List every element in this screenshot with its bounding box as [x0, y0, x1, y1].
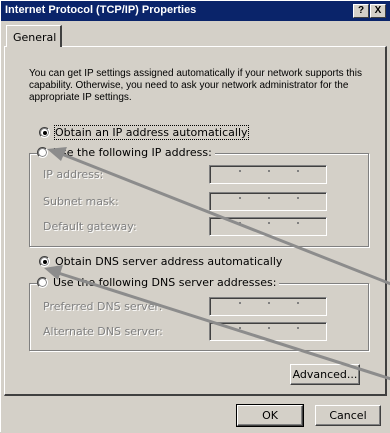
window-title: Internet Protocol (TCP/IP) Properties — [5, 4, 197, 16]
subnet-mask-label: Subnet mask: — [43, 195, 119, 208]
use-following-dns-label: Use the following DNS server addresses: — [53, 276, 277, 289]
use-following-dns-radio[interactable] — [37, 277, 48, 288]
obtain-dns-auto-option[interactable]: Obtain DNS server address automatically — [39, 255, 282, 268]
title-bar[interactable]: Internet Protocol (TCP/IP) Properties ? … — [1, 1, 390, 21]
alternate-dns-label: Alternate DNS server: — [43, 325, 163, 338]
tab-general[interactable]: General — [6, 25, 62, 47]
ip-address-field[interactable] — [209, 165, 327, 184]
intro-text: You can get IP settings assigned automat… — [29, 68, 362, 103]
obtain-ip-auto-radio[interactable] — [39, 127, 50, 138]
advanced-button[interactable]: Advanced... — [290, 364, 360, 385]
obtain-ip-auto-label: Obtain an IP address automatically — [54, 125, 249, 140]
use-following-ip-option[interactable]: Use the following IP address: — [37, 146, 215, 159]
obtain-dns-auto-label: Obtain DNS server address automatically — [55, 255, 283, 268]
subnet-mask-field[interactable] — [209, 192, 327, 211]
preferred-dns-field[interactable] — [209, 297, 327, 316]
default-gateway-field[interactable] — [209, 217, 327, 236]
preferred-dns-label: Preferred DNS server: — [43, 300, 163, 313]
default-gateway-label: Default gateway: — [43, 220, 137, 233]
use-following-ip-radio[interactable] — [37, 147, 48, 158]
use-following-dns-option[interactable]: Use the following DNS server addresses: — [37, 276, 280, 289]
ok-button[interactable]: OK — [236, 404, 304, 427]
tcpip-properties-dialog: Internet Protocol (TCP/IP) Properties ? … — [0, 0, 390, 432]
use-following-ip-label: Use the following IP address: — [53, 146, 212, 159]
help-button[interactable]: ? — [353, 4, 369, 18]
tab-general-label: General — [13, 31, 57, 44]
ip-address-label: IP address: — [43, 168, 104, 181]
alternate-dns-field[interactable] — [209, 322, 327, 341]
obtain-dns-auto-radio[interactable] — [39, 256, 50, 267]
close-button[interactable]: X — [370, 4, 386, 18]
obtain-ip-auto-option[interactable]: Obtain an IP address automatically — [39, 125, 249, 140]
cancel-button[interactable]: Cancel — [315, 405, 381, 426]
